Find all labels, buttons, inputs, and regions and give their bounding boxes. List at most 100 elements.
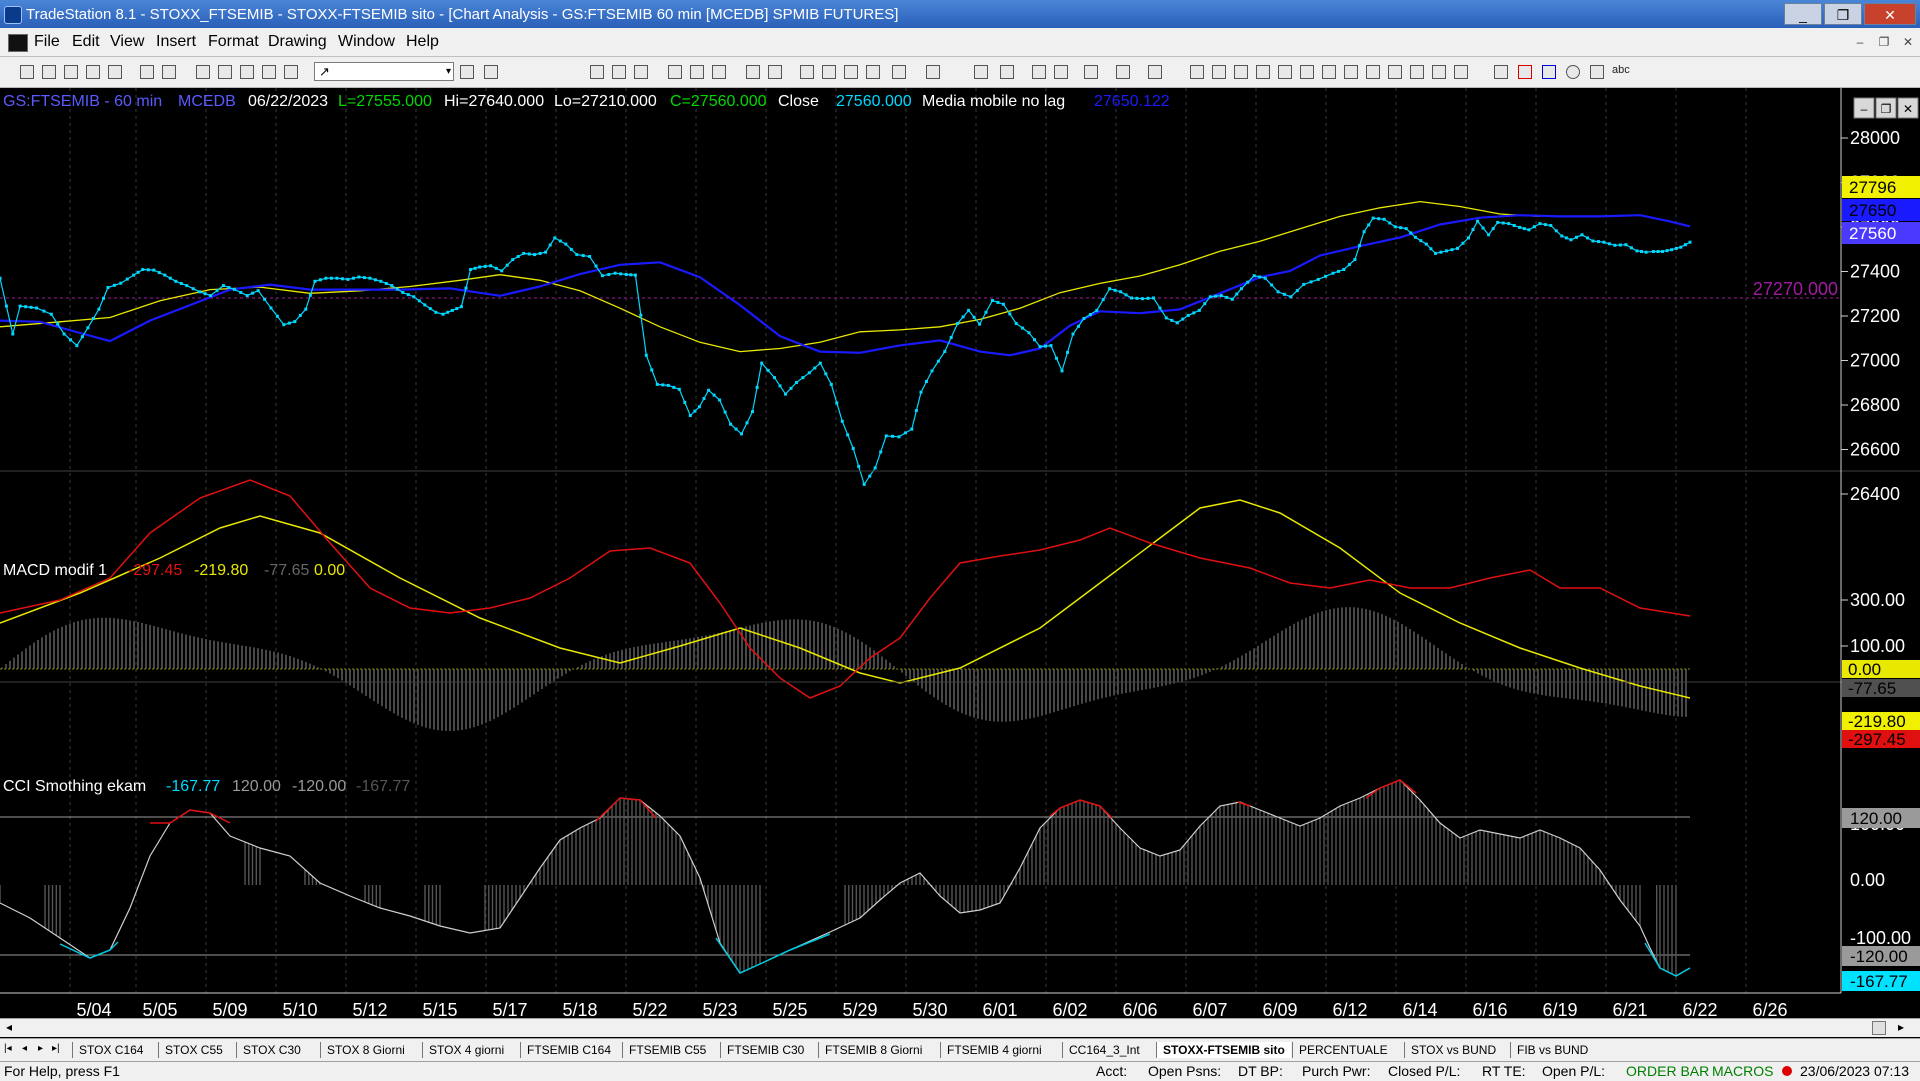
parallel-icon[interactable] [1410, 65, 1424, 79]
tab-next-icon[interactable]: ▸ [38, 1043, 43, 1054]
speed-line-icon[interactable] [1322, 65, 1336, 79]
alert-icon[interactable] [768, 65, 782, 79]
document-icon[interactable] [8, 34, 28, 52]
print-preview-icon[interactable] [162, 65, 176, 79]
status-macros[interactable]: MACROS [1712, 1063, 1773, 1079]
arrow-up-icon[interactable] [1542, 65, 1556, 79]
scroll-right-arrow-icon[interactable]: ▸ [1898, 1020, 1904, 1034]
vertical-lines-icon[interactable] [1212, 65, 1226, 79]
fan-icon[interactable] [1278, 65, 1292, 79]
channel-icon[interactable] [1256, 65, 1270, 79]
gann-icon[interactable] [1344, 65, 1358, 79]
grid-icon[interactable] [668, 65, 682, 79]
tab-ftsemib-4-giorni[interactable]: FTSEMIB 4 giorni [940, 1042, 1048, 1058]
zoom-in-icon[interactable] [974, 65, 988, 79]
drawing-tool-combo[interactable]: ↗ ▾ [314, 62, 454, 81]
candle-icon[interactable] [822, 65, 836, 79]
copy-icon[interactable] [86, 65, 100, 79]
tab-cc164-3-int[interactable]: CC164_3_Int [1062, 1042, 1146, 1058]
menu-format[interactable]: Format [208, 33, 259, 51]
tab-ftsemib-8-giorni[interactable]: FTSEMIB 8 Giorni [818, 1042, 928, 1058]
tab-stox-vs-bund[interactable]: STOX vs BUND [1404, 1042, 1502, 1058]
trendline-icon[interactable] [1190, 65, 1204, 79]
tab-stox-8-giorni[interactable]: STOX 8 Giorni [320, 1042, 411, 1058]
menu-help[interactable]: Help [406, 33, 439, 51]
open-icon[interactable] [42, 65, 56, 79]
tab-stox-c164[interactable]: STOX C164 [72, 1042, 149, 1058]
format-icon[interactable] [590, 65, 604, 79]
tab-ftsemib-c55[interactable]: FTSEMIB C55 [622, 1042, 712, 1058]
color-icon[interactable] [284, 65, 298, 79]
tab-ftsemib-c30[interactable]: FTSEMIB C30 [720, 1042, 810, 1058]
chevron-down-icon[interactable]: ▾ [446, 63, 451, 80]
chart-icon[interactable] [262, 65, 276, 79]
fibonacci-icon[interactable] [1300, 65, 1314, 79]
minimize-button[interactable]: _ [1784, 3, 1822, 25]
arrow-down-icon[interactable] [1518, 65, 1532, 79]
rectangle-icon[interactable] [1590, 65, 1604, 79]
tab-prev-icon[interactable]: ◂ [22, 1043, 27, 1054]
menu-window[interactable]: Window [338, 33, 395, 51]
menu-file[interactable]: File [34, 33, 60, 51]
scroll-thumb[interactable] [1872, 1021, 1886, 1035]
menu-insert[interactable]: Insert [156, 33, 196, 51]
tab-stox-c55[interactable]: STOX C55 [158, 1042, 229, 1058]
menu-edit[interactable]: Edit [72, 33, 100, 51]
menu-view[interactable]: View [110, 33, 144, 51]
bar-chart-icon[interactable] [800, 65, 814, 79]
mdi-close-button[interactable]: ✕ [1898, 34, 1918, 52]
tab-ftsemib-c164[interactable]: FTSEMIB C164 [520, 1042, 617, 1058]
tab-percentuale[interactable]: PERCENTUALE [1292, 1042, 1394, 1058]
menu-drawing[interactable]: Drawing [268, 33, 327, 51]
mdi-minimize-button[interactable]: – [1850, 34, 1870, 52]
restore-button[interactable]: ❐ [1824, 3, 1862, 25]
text-tool-icon[interactable]: abc [1612, 64, 1630, 76]
arc-icon[interactable] [1432, 65, 1446, 79]
horizontal-scrollbar[interactable]: ◂ ▸ [0, 1018, 1920, 1037]
line-chart-icon[interactable] [844, 65, 858, 79]
close-button[interactable]: ✕ [1864, 3, 1916, 25]
crosshair-icon[interactable] [1054, 65, 1068, 79]
print-icon[interactable] [140, 65, 154, 79]
tab-stox-4-giorni[interactable]: STOX 4 giorni [422, 1042, 510, 1058]
drag-icon[interactable] [712, 65, 726, 79]
tab-fib-vs-bund[interactable]: FIB vs BUND [1510, 1042, 1594, 1058]
format-window-icon[interactable] [612, 65, 626, 79]
tab-stox-c30[interactable]: STOX C30 [236, 1042, 307, 1058]
pointer-icon[interactable] [1032, 65, 1046, 79]
chart-area[interactable]: 27270.000 GS:FTSEMIB - 60 min MCEDB 06/2… [0, 88, 1920, 1030]
window-icon[interactable] [196, 65, 210, 79]
tab-stoxx-ftsemib-sito[interactable]: STOXX-FTSEMIB sito [1156, 1042, 1291, 1058]
scroll-left-arrow-icon[interactable]: ◂ [6, 1020, 12, 1034]
refresh-icon[interactable] [746, 65, 760, 79]
settings-icon[interactable] [1116, 65, 1130, 79]
point-chart-icon[interactable] [866, 65, 880, 79]
horizontal-lines-icon[interactable] [1234, 65, 1248, 79]
save-icon[interactable] [64, 65, 78, 79]
mdi-restore-button[interactable]: ❐ [1874, 34, 1894, 52]
scroll-left-icon[interactable] [892, 65, 906, 79]
price-point [873, 466, 877, 470]
scroll-right-icon[interactable] [926, 65, 940, 79]
window-tile-icon[interactable] [218, 65, 232, 79]
status-order-bar[interactable]: ORDER BAR [1626, 1063, 1709, 1079]
search-icon[interactable] [484, 65, 498, 79]
regression-icon[interactable] [1388, 65, 1402, 79]
lock-icon[interactable] [240, 65, 254, 79]
data-window-icon[interactable] [1148, 65, 1162, 79]
freehand-icon[interactable] [1454, 65, 1468, 79]
andrews-icon[interactable] [1366, 65, 1380, 79]
table-icon[interactable] [634, 65, 648, 79]
tab-first-icon[interactable]: |◂ [4, 1043, 12, 1054]
new-icon[interactable] [20, 65, 34, 79]
ellipse-icon[interactable] [1566, 65, 1580, 79]
price-point [1618, 243, 1622, 247]
arrow-right-icon[interactable] [460, 65, 474, 79]
paste-icon[interactable] [108, 65, 122, 79]
tab-last-icon[interactable]: ▸| [52, 1043, 60, 1054]
chart-svg[interactable]: 27270.000 GS:FTSEMIB - 60 min MCEDB 06/2… [0, 88, 1920, 1020]
tools-icon[interactable] [1084, 65, 1098, 79]
zoom-out-icon[interactable] [1000, 65, 1014, 79]
curve-icon[interactable] [1494, 65, 1508, 79]
draw-icon[interactable] [690, 65, 704, 79]
